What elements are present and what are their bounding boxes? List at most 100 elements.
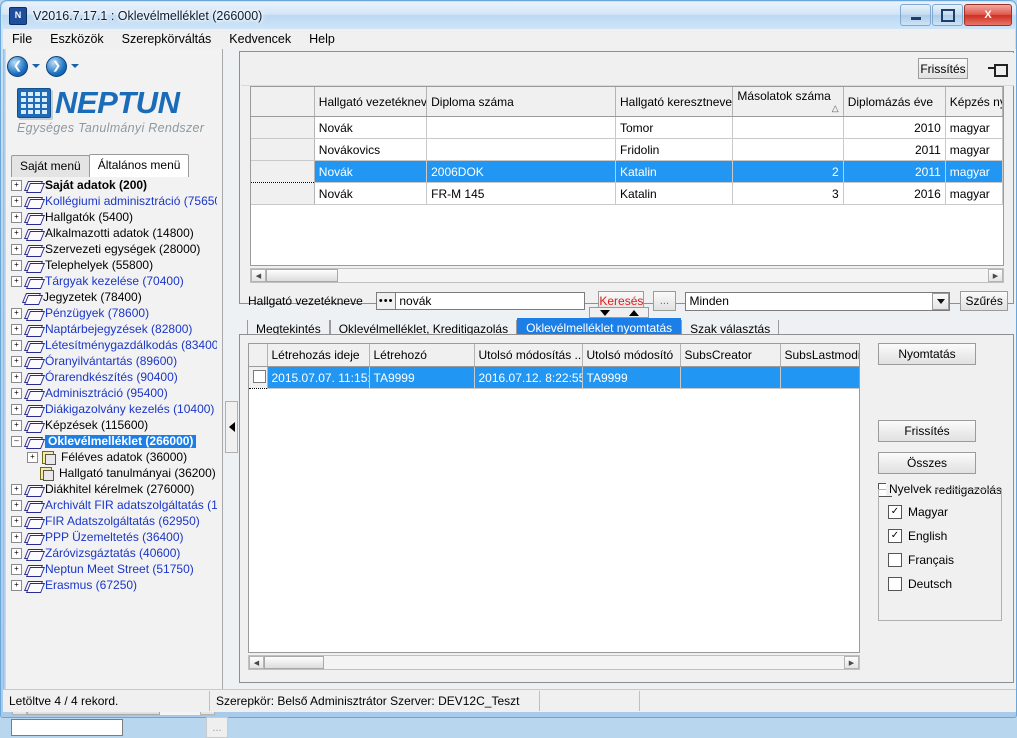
tree-item[interactable]: + Telephelyek (55800) (9, 257, 217, 273)
expand-icon[interactable]: + (11, 563, 22, 575)
language-row[interactable]: Deutsch (888, 572, 1001, 596)
documents-grid-hscrollbar[interactable]: ◀ ▶ (248, 655, 860, 672)
tree-item[interactable]: + Naptárbejegyzések (82800) (9, 321, 217, 337)
table-cell-keresztnev[interactable]: Katalin (615, 182, 734, 205)
column-header[interactable]: Hallgató vezetékneve (314, 87, 428, 117)
menu-item-eszkozok[interactable]: Eszközök (41, 30, 113, 48)
tree-item[interactable]: + Szervezeti egységek (28000) (9, 241, 217, 257)
expand-icon[interactable]: + (11, 499, 22, 511)
table-cell-utolso_modosito[interactable]: TA9999 (582, 366, 681, 389)
column-header[interactable]: Utolsó módosító (582, 344, 681, 367)
expand-icon[interactable]: + (11, 195, 22, 207)
tree-item[interactable]: + Adminisztráció (95400) (9, 385, 217, 401)
table-cell-keresztnev[interactable]: Fridolin (615, 138, 734, 161)
table-cell-subscreator[interactable] (680, 366, 781, 389)
expand-icon[interactable]: + (11, 227, 22, 239)
column-header[interactable]: Képzés nye (945, 87, 1003, 117)
table-cell-subslastmodifier[interactable] (780, 366, 859, 389)
table-cell-diploma[interactable] (426, 138, 616, 161)
tree-item[interactable]: + Erasmus (67250) (9, 577, 217, 593)
menu-item-szerepkorvaltas[interactable]: Szerepkörváltás (113, 30, 221, 48)
menu-item-help[interactable]: Help (300, 30, 344, 48)
table-row[interactable]: Novákovics Fridolin 2011 magyar (251, 138, 1003, 161)
scroll-track[interactable] (324, 656, 844, 669)
languages-list[interactable]: ✓ Magyar ✓ English Français Deutsch (879, 500, 1001, 596)
expand-icon[interactable]: + (11, 355, 22, 367)
scroll-track[interactable] (338, 269, 988, 282)
tree-item[interactable]: + Diákigazolvány kezelés (10400) (9, 401, 217, 417)
column-header[interactable]: Másolatok száma △ (732, 87, 844, 117)
language-row[interactable]: Français (888, 548, 1001, 572)
table-cell-nyelv[interactable]: magyar (945, 160, 1003, 183)
table-cell-diploma[interactable]: FR-M 145 (426, 182, 616, 205)
expand-icon[interactable]: + (11, 339, 22, 351)
expand-icon[interactable]: + (11, 387, 22, 399)
language-checkbox[interactable] (888, 577, 902, 591)
tree-item[interactable]: + Tárgyak kezelése (70400) (9, 273, 217, 289)
close-button[interactable]: X (964, 4, 1012, 26)
tree-item[interactable]: + Záróvizsgáztatás (40600) (9, 545, 217, 561)
minimize-button[interactable] (900, 4, 931, 26)
table-cell-diploma[interactable] (426, 116, 616, 139)
students-grid[interactable]: Hallgató vezetékneve Diploma száma Hallgat… (250, 86, 1004, 266)
scroll-right-icon[interactable]: ▶ (844, 656, 859, 669)
expand-icon[interactable]: + (11, 179, 22, 191)
expand-icon[interactable]: + (11, 275, 22, 287)
documents-grid[interactable]: Létrehozás ideje Létrehozó Utolsó módosítá… (248, 343, 860, 653)
tree-item[interactable]: Hallgató tanulmányai (36200) (9, 465, 217, 481)
language-checkbox[interactable]: ✓ (888, 505, 902, 519)
tree-item[interactable]: + Létesítménygazdálkodás (83400) (9, 337, 217, 353)
tree-item[interactable]: + Alkalmazotti adatok (14800) (9, 225, 217, 241)
table-cell-keresztnev[interactable]: Katalin (615, 160, 734, 183)
pin-icon[interactable] (988, 61, 1008, 77)
spinner-down-icon[interactable] (599, 309, 610, 316)
tree-item[interactable]: – Oklevélmelléklet (266000) (9, 433, 217, 449)
navigation-tree[interactable]: + Saját adatok (200) + Kollégiumi adminiszt… (9, 177, 217, 655)
all-button[interactable]: Összes (878, 452, 976, 474)
row-header[interactable] (251, 138, 315, 161)
table-row[interactable]: Novák FR-M 145 Katalin 3 2016 magyar (251, 182, 1003, 205)
top-refresh-button[interactable]: Frissítés (918, 58, 968, 79)
table-cell-nyelv[interactable]: magyar (945, 182, 1003, 205)
table-cell-vezeteknev[interactable]: Novákovics (314, 138, 428, 161)
expand-icon[interactable]: + (11, 515, 22, 527)
table-cell-vezeteknev[interactable]: Novák (314, 116, 428, 139)
menu-item-kedvencek[interactable]: Kedvencek (220, 30, 300, 48)
expand-icon[interactable]: + (11, 259, 22, 271)
table-cell-keresztnev[interactable]: Tomor (615, 116, 734, 139)
column-header[interactable]: Diplomázás éve (843, 87, 946, 117)
table-cell-masolatok[interactable] (732, 116, 844, 139)
table-cell-ev[interactable]: 2010 (843, 116, 946, 139)
tab-altalanos-menu[interactable]: Általános menü (88, 154, 190, 178)
print-button[interactable]: Nyomtatás (878, 343, 976, 365)
expand-icon[interactable]: + (11, 403, 22, 415)
expand-icon[interactable]: + (11, 547, 22, 559)
row-checkbox[interactable] (253, 369, 266, 383)
expand-icon[interactable]: + (11, 243, 22, 255)
back-dropdown-icon[interactable] (32, 64, 40, 68)
tree-item[interactable]: + Képzések (115600) (9, 417, 217, 433)
table-cell-ev[interactable]: 2016 (843, 182, 946, 205)
row-header[interactable] (251, 116, 315, 139)
table-cell-utolso_modositas[interactable]: 2016.07.12. 8:22:55 (474, 366, 583, 389)
tree-item[interactable]: + Kollégiumi adminisztráció (75650) (9, 193, 217, 209)
expand-icon[interactable]: + (11, 531, 22, 543)
maximize-button[interactable] (932, 4, 963, 26)
sidebar-collapse-button[interactable] (225, 401, 238, 453)
expand-icon[interactable]: + (11, 371, 22, 383)
column-header[interactable]: SubsCreator (680, 344, 781, 367)
table-row[interactable]: Novák 2006DOK Katalin 2 2011 magyar (251, 160, 1003, 183)
tree-item[interactable]: + Archivált FIR adatszolgáltatás (14450 (9, 497, 217, 513)
expand-icon[interactable]: + (11, 419, 22, 431)
table-cell-nyelv[interactable]: magyar (945, 116, 1003, 139)
table-cell-diploma[interactable]: 2006DOK (426, 160, 616, 183)
table-cell-masolatok[interactable]: 2 (732, 160, 844, 183)
spinner-up-icon[interactable] (628, 309, 639, 316)
tree-item[interactable]: + Féléves adatok (36000) (9, 449, 217, 465)
tab-scroll-spinner[interactable] (589, 307, 649, 318)
table-row[interactable]: Novák Tomor 2010 magyar (251, 116, 1003, 139)
expand-icon[interactable]: + (11, 483, 22, 495)
table-cell-vezeteknev[interactable]: Novák (314, 182, 428, 205)
table-row[interactable]: 2015.07.07. 11:15:0 TA9999 2016.07.12. 8:2… (249, 366, 859, 389)
expand-icon[interactable]: + (11, 323, 22, 335)
